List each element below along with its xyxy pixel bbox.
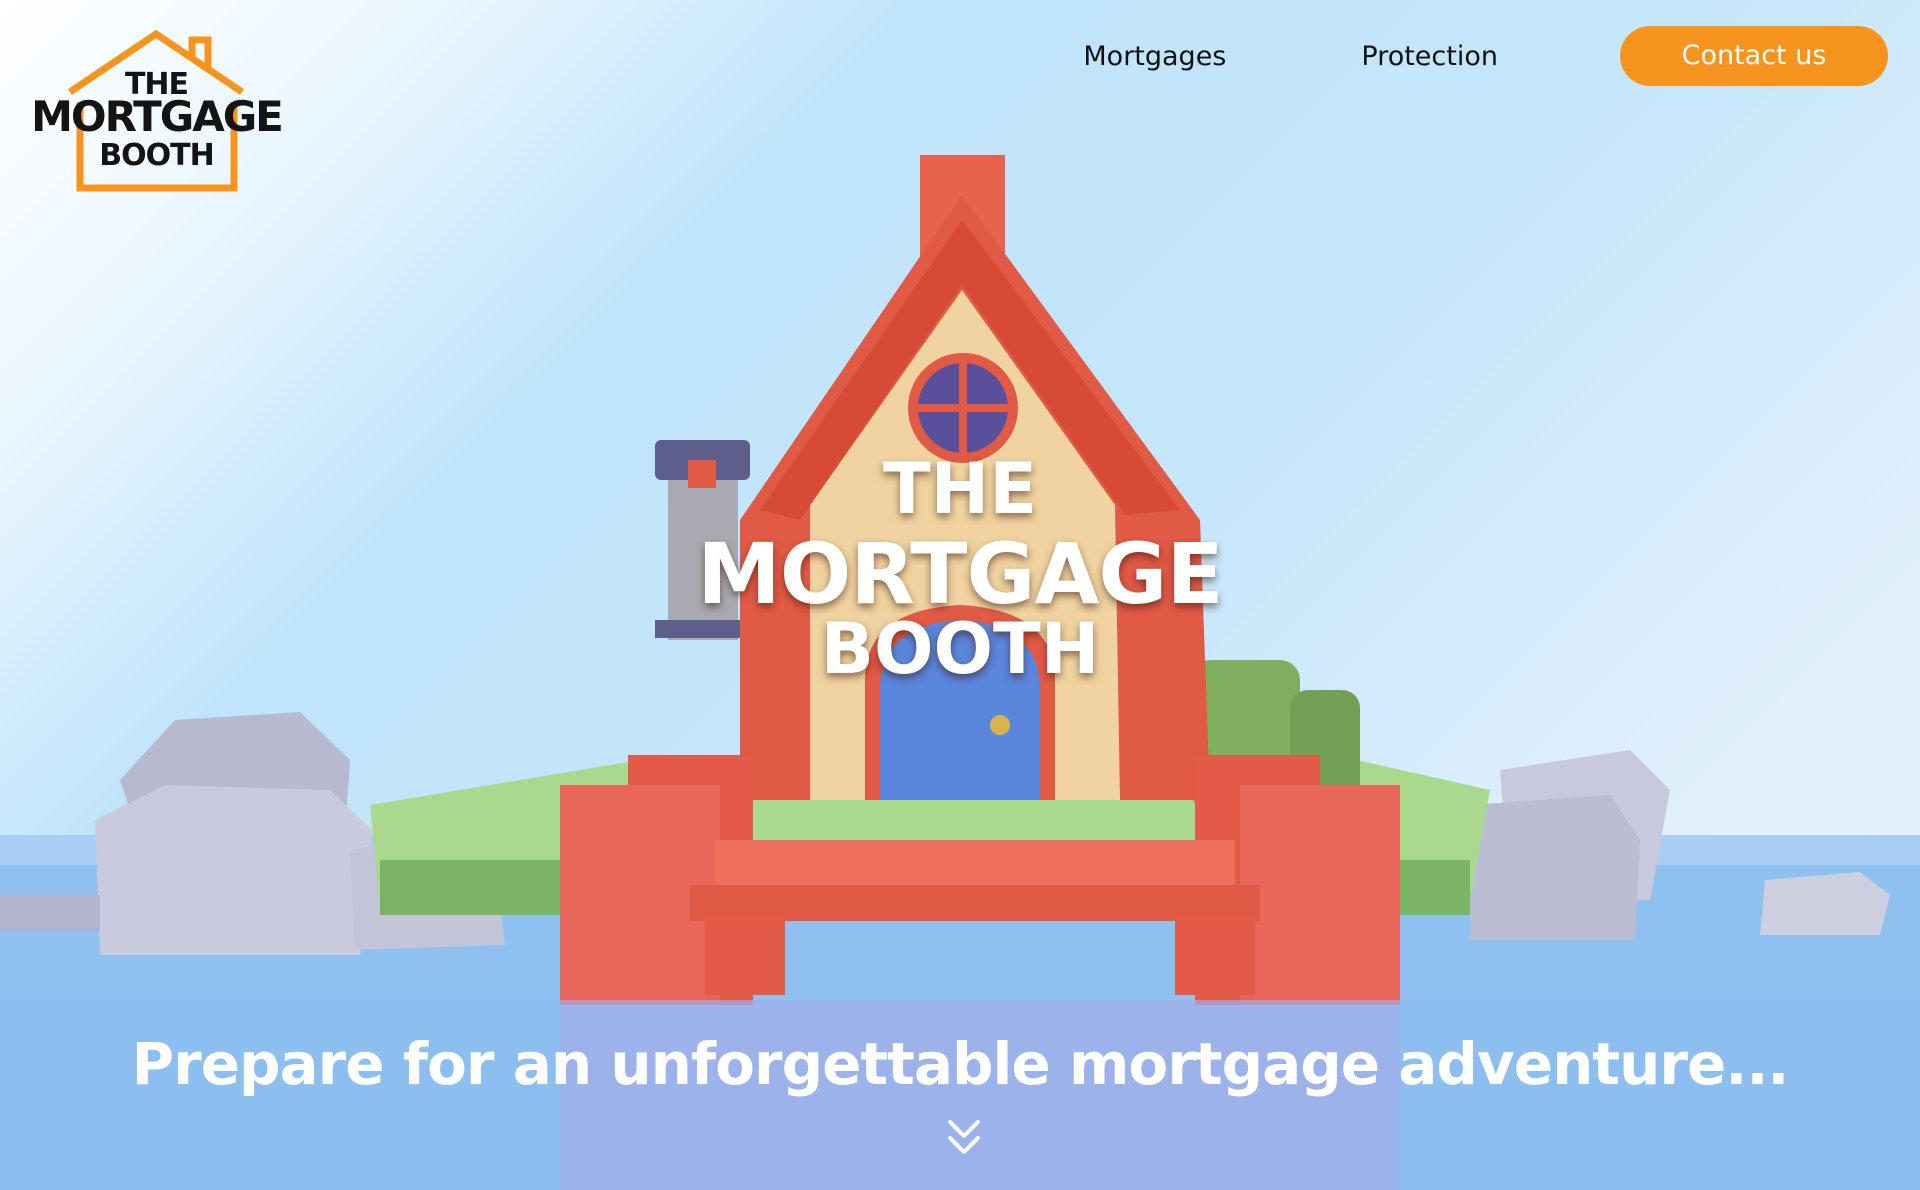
nav-link-protection[interactable]: Protection <box>1361 41 1498 72</box>
contact-us-button[interactable]: Contact us <box>1620 26 1888 86</box>
logo-text-booth: BOOTH <box>99 138 214 173</box>
hero-title-the: THE <box>882 448 1038 530</box>
hero-tagline: Prepare for an unforgettable mortgage ad… <box>131 1030 1790 1098</box>
hero-title-booth: BOOTH <box>820 608 1100 690</box>
main-nav: Mortgages Protection Contact us <box>1083 26 1888 86</box>
nav-link-mortgages[interactable]: Mortgages <box>1083 41 1226 72</box>
double-chevron-down-icon[interactable] <box>946 1118 982 1158</box>
logo-text-mortgage: MORTGAGE <box>31 92 284 141</box>
brand-logo[interactable]: THE MORTGAGE BOOTH <box>24 30 289 195</box>
